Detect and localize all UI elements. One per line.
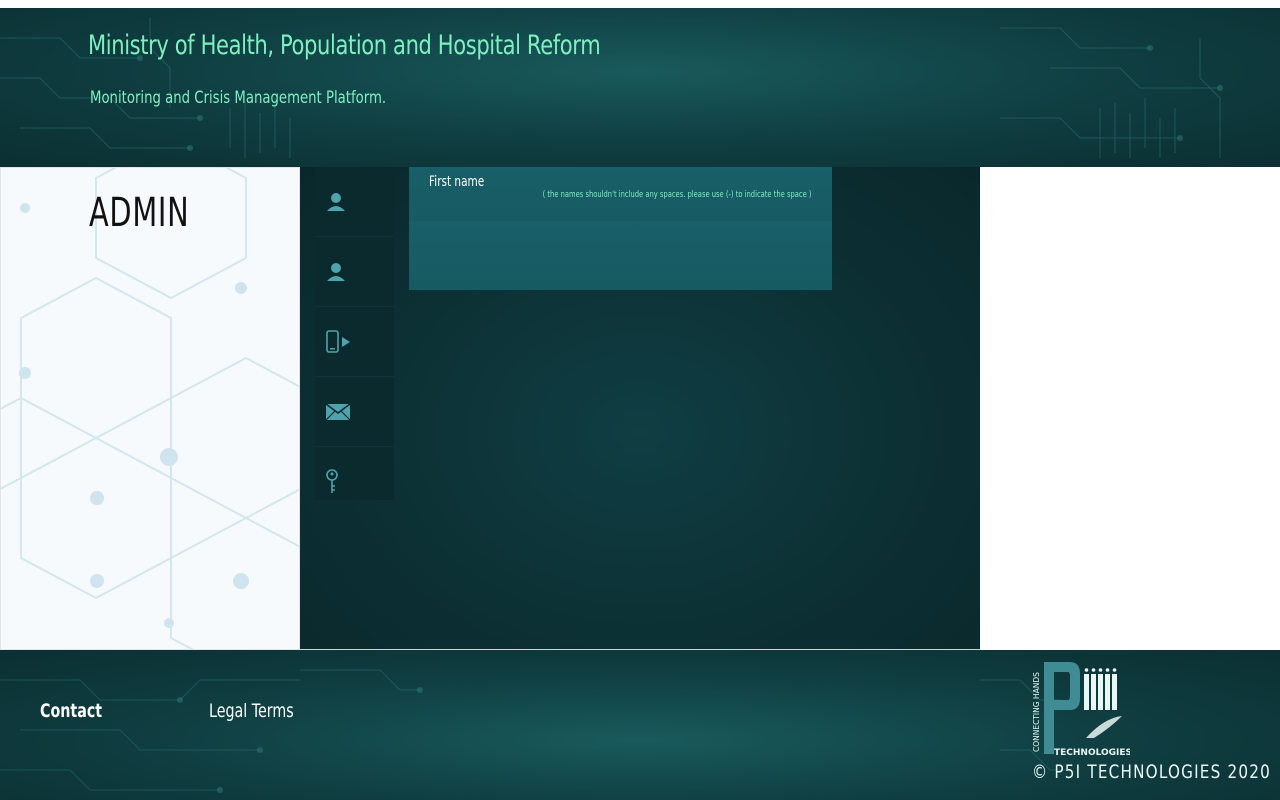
contact-link[interactable]: Contact <box>40 700 102 722</box>
first-name-hint: ( the names shouldn't include any spaces… <box>543 190 812 200</box>
page-title: Ministry of Health, Population and Hospi… <box>88 30 601 61</box>
user-icon <box>327 262 345 281</box>
create-user-form: First name ( the names shouldn't include… <box>300 167 980 650</box>
mobile-phone-icon <box>326 329 350 353</box>
svg-text:CONNECTING HANDS: CONNECTING HANDS <box>1032 672 1041 752</box>
p5i-technologies-logo: CONNECTING HANDS TECHNOLOGIES <box>1032 662 1130 758</box>
field-icon-column <box>315 167 394 500</box>
last-name-icon-cell <box>315 237 394 307</box>
hexagon-pattern-decoration <box>1 168 299 649</box>
page: Ministry of Health, Population and Hospi… <box>0 0 1280 800</box>
user-icon <box>327 192 345 211</box>
phone-icon-cell <box>315 307 394 377</box>
copyright-text: © P5I TECHNOLOGIES 2020 <box>1032 761 1271 783</box>
legal-terms-link[interactable]: Legal Terms <box>209 700 294 722</box>
svg-text:TECHNOLOGIES: TECHNOLOGIES <box>1054 748 1130 758</box>
key-icon <box>326 469 338 493</box>
last-name-field[interactable] <box>409 221 832 291</box>
first-name-placeholder: First name <box>429 174 485 190</box>
footer: Contact Legal Terms CONNECTING HANDS TEC… <box>0 650 1280 800</box>
left-panel: ADMIN <box>0 167 300 650</box>
header: Ministry of Health, Population and Hospi… <box>0 8 1280 167</box>
first-name-icon-cell <box>315 167 394 237</box>
email-icon-cell <box>315 377 394 447</box>
role-label: ADMIN <box>89 190 190 236</box>
envelope-icon <box>325 402 351 420</box>
password-icon-cell <box>315 447 394 517</box>
page-subtitle: Monitoring and Crisis Management Platfor… <box>90 88 387 108</box>
